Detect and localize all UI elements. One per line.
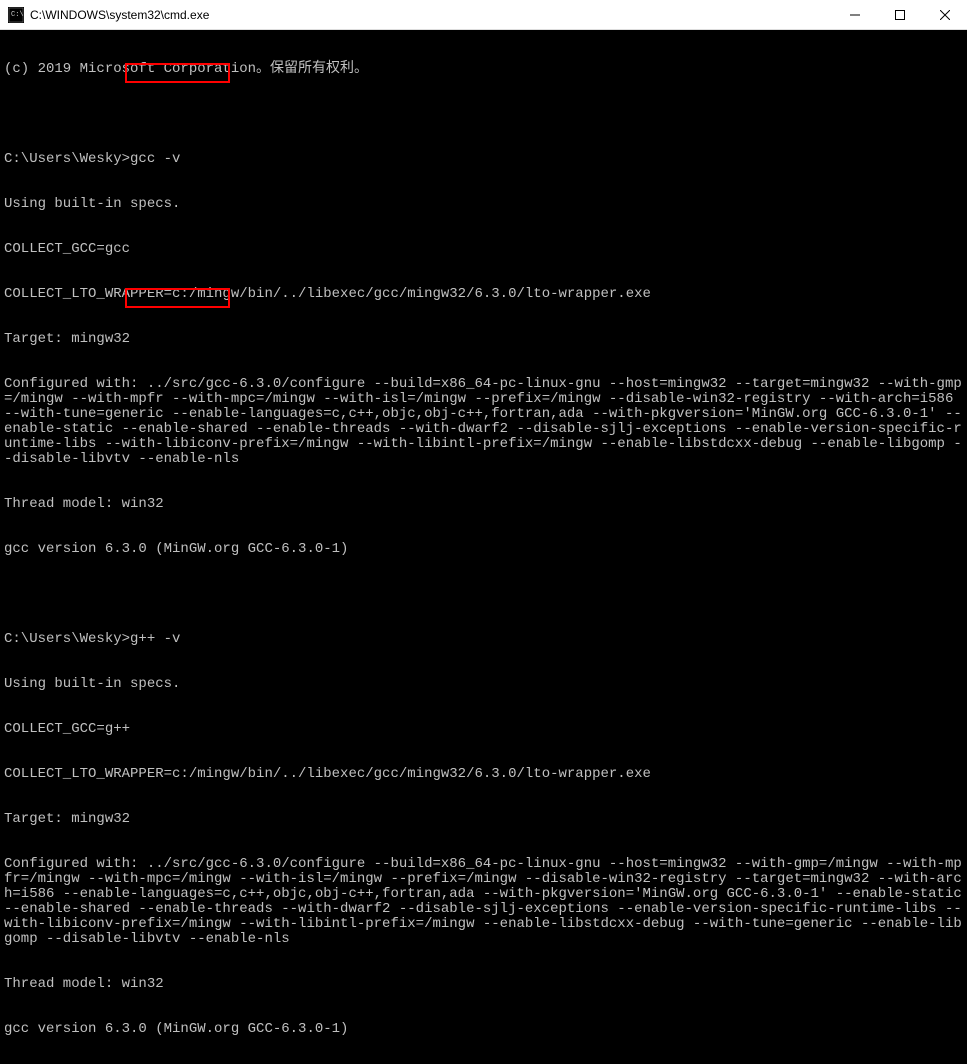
output-line: Target: mingw32 — [4, 812, 963, 827]
command: gcc -v — [130, 151, 180, 167]
prompt-line: C:\Users\Wesky>gcc -v — [4, 152, 963, 167]
output-line: COLLECT_LTO_WRAPPER=c:/mingw/bin/../libe… — [4, 767, 963, 782]
output-line: COLLECT_LTO_WRAPPER=c:/mingw/bin/../libe… — [4, 287, 963, 302]
output-line: Thread model: win32 — [4, 977, 963, 992]
output-line: Thread model: win32 — [4, 497, 963, 512]
prompt-line: C:\Users\Wesky>g++ -v — [4, 632, 963, 647]
copyright-line: (c) 2019 Microsoft Corporation。保留所有权利。 — [4, 62, 963, 77]
output-line: Configured with: ../src/gcc-6.3.0/config… — [4, 857, 963, 947]
prompt: C:\Users\Wesky> — [4, 631, 130, 647]
output-line: Using built-in specs. — [4, 197, 963, 212]
command: g++ -v — [130, 631, 180, 647]
terminal-area[interactable]: (c) 2019 Microsoft Corporation。保留所有权利。 C… — [0, 30, 967, 1064]
output-line: COLLECT_GCC=g++ — [4, 722, 963, 737]
window-controls — [832, 0, 967, 29]
cmd-icon: C:\ — [8, 7, 24, 23]
titlebar[interactable]: C:\ C:\WINDOWS\system32\cmd.exe — [0, 0, 967, 30]
blank-line — [4, 587, 963, 602]
prompt: C:\Users\Wesky> — [4, 151, 130, 167]
close-button[interactable] — [922, 0, 967, 29]
output-line: COLLECT_GCC=gcc — [4, 242, 963, 257]
blank-line — [4, 107, 963, 122]
minimize-button[interactable] — [832, 0, 877, 29]
output-line: gcc version 6.3.0 (MinGW.org GCC-6.3.0-1… — [4, 1022, 963, 1037]
output-line: Using built-in specs. — [4, 677, 963, 692]
output-line: Target: mingw32 — [4, 332, 963, 347]
window-title: C:\WINDOWS\system32\cmd.exe — [30, 8, 832, 22]
maximize-button[interactable] — [877, 0, 922, 29]
svg-text:C:\: C:\ — [11, 11, 24, 19]
output-line: gcc version 6.3.0 (MinGW.org GCC-6.3.0-1… — [4, 542, 963, 557]
output-line: Configured with: ../src/gcc-6.3.0/config… — [4, 377, 963, 467]
